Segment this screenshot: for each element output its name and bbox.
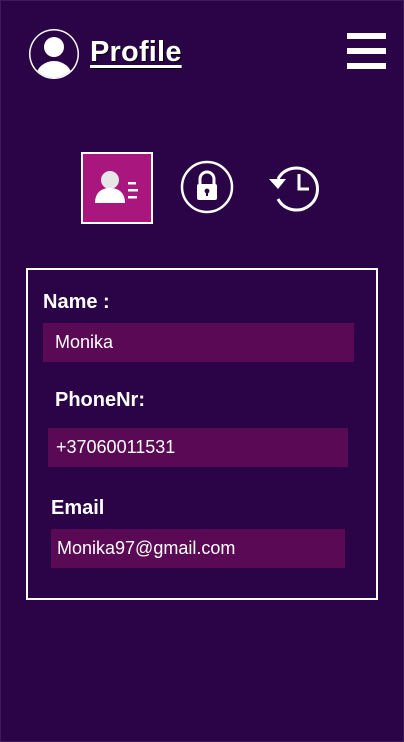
page-title: Profile [90,36,182,68]
hamburger-menu-icon[interactable] [347,32,386,70]
lock-icon [180,160,234,214]
name-input[interactable] [43,323,354,362]
user-avatar-icon[interactable] [27,27,81,81]
contact-card-icon [95,171,138,203]
menu-bar [347,48,386,54]
email-input[interactable] [51,529,345,568]
tab-security[interactable] [180,160,234,214]
history-clock-icon [269,166,319,212]
menu-bar [347,63,386,69]
tab-profile[interactable] [81,152,153,224]
phone-input[interactable] [48,428,348,467]
phone-label: PhoneNr: [55,389,145,411]
menu-bar [347,33,386,39]
tab-history[interactable] [266,162,324,216]
email-label: Email [51,497,105,519]
name-label: Name : [43,291,110,313]
